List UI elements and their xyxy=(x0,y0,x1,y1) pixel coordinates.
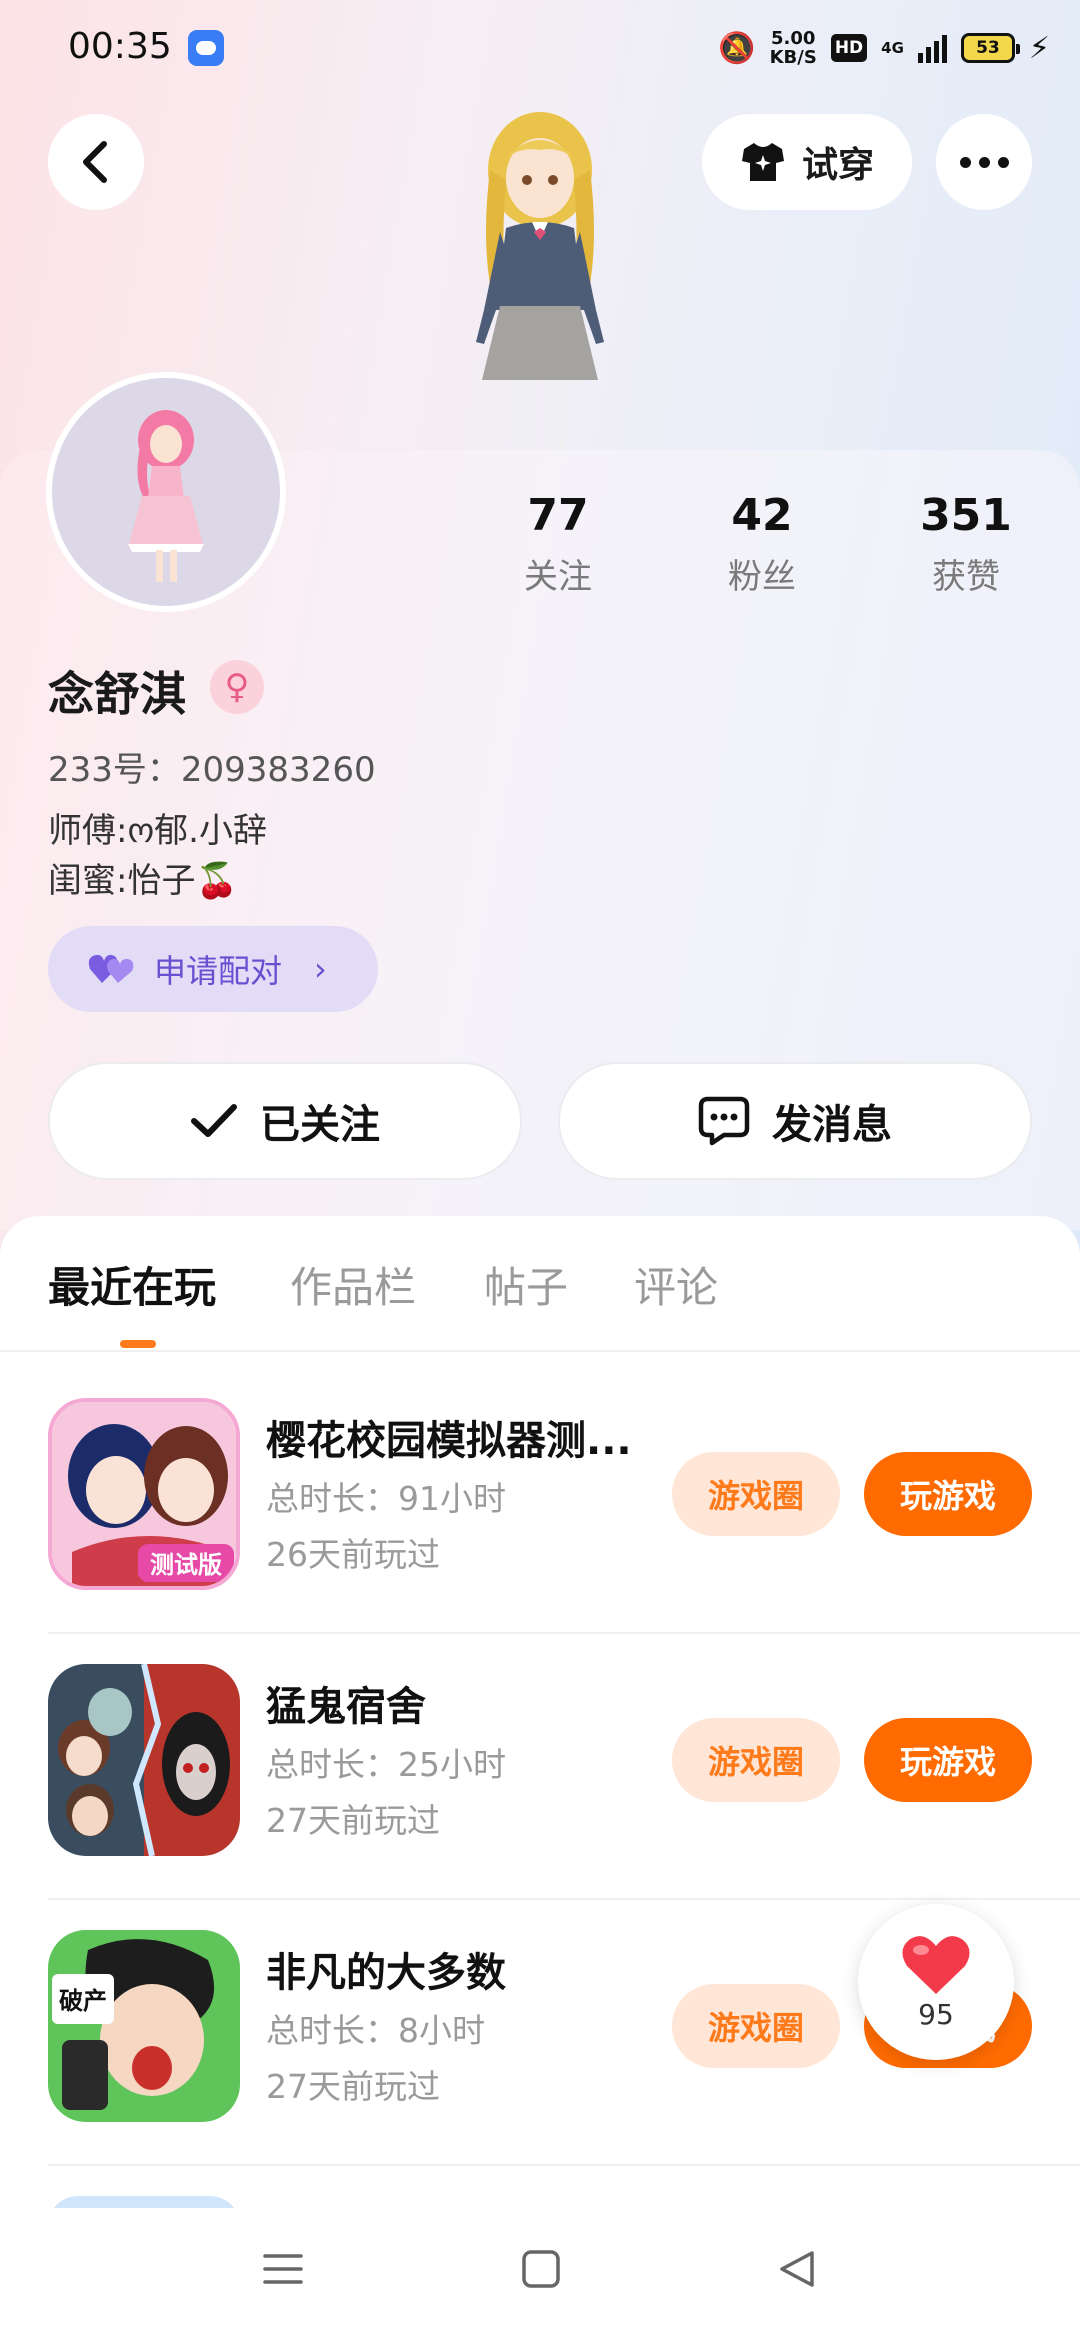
bankrupt-badge: 破产 xyxy=(59,1987,107,2015)
hd-badge: HD xyxy=(830,34,868,62)
following-label: 关注 xyxy=(524,557,592,597)
dot xyxy=(997,156,1009,168)
tab-divider xyxy=(0,1350,1080,1352)
play-game-button[interactable]: 玩游戏 xyxy=(864,1452,1032,1536)
speed-unit: KB/S xyxy=(769,47,817,68)
followed-label: 已关注 xyxy=(260,1102,380,1148)
game-circle-button[interactable]: 游戏圈 xyxy=(672,1718,840,1802)
game-title: 樱花校园模拟器测... xyxy=(266,1418,632,1464)
like-count: 95 xyxy=(918,1997,954,2031)
signal-icon xyxy=(917,33,947,63)
apply-pair-button[interactable]: 申请配对 › xyxy=(48,926,378,1012)
status-time: 00:35 xyxy=(68,26,172,67)
status-bar: 00:35 🔕 5.00 KB/S HD 4G 53 ⚡ xyxy=(0,0,1080,96)
active-tab-indicator xyxy=(120,1340,156,1348)
chat-bubble-icon xyxy=(698,1096,750,1146)
avatar-3d-figure xyxy=(476,112,604,450)
following-stat[interactable]: 77 关注 xyxy=(488,490,628,598)
menu-icon[interactable] xyxy=(262,2248,304,2290)
check-icon xyxy=(191,1104,237,1137)
battery-icon: 53 xyxy=(960,33,1020,63)
game-duration: 总时长：25小时 xyxy=(266,1745,506,1784)
tab-posts[interactable]: 帖子 xyxy=(484,1254,568,1315)
game-last-played: 26天前玩过 xyxy=(266,1535,440,1574)
game-row[interactable]: 猛鬼宿舍 总时长：25小时 27天前玩过 游戏圈 玩游戏 xyxy=(0,1664,1080,1930)
try-on-button[interactable]: 试穿 xyxy=(702,114,912,210)
row-divider xyxy=(48,1898,1080,1900)
followers-label: 粉丝 xyxy=(728,557,796,597)
home-icon[interactable] xyxy=(520,2248,562,2290)
game-icon-sakura-school: 测试版 xyxy=(48,1398,240,1590)
speed-value: 5.00 xyxy=(771,28,816,49)
avatar-figure-icon xyxy=(128,410,204,582)
tab-recently-played[interactable]: 最近在玩 xyxy=(48,1254,216,1315)
charging-icon: ⚡ xyxy=(1028,30,1050,66)
like-float-button[interactable]: 95 xyxy=(858,1904,1014,2060)
apply-pair-label: 申请配对 xyxy=(154,952,283,990)
double-heart-icon xyxy=(88,954,134,983)
game-circle-button[interactable]: 游戏圈 xyxy=(672,1984,840,2068)
game-duration: 总时长：91小时 xyxy=(266,1479,506,1518)
followers-stat[interactable]: 42 粉丝 xyxy=(692,490,832,598)
system-nav-bar xyxy=(0,2208,1080,2340)
game-title: 非凡的大多数 xyxy=(266,1950,506,1996)
game-icon-extraordinary: 破产 xyxy=(48,1930,240,2122)
game-row[interactable]: 测试版 樱花校园模拟器测... 总时长：91小时 26天前玩过 游戏圈 玩游戏 xyxy=(0,1398,1080,1664)
network-type: 4G xyxy=(881,39,904,57)
likes-stat[interactable]: 351 获赞 xyxy=(896,490,1036,598)
following-count: 77 xyxy=(527,490,589,541)
avatar[interactable] xyxy=(46,372,286,612)
chevron-left-icon xyxy=(83,141,107,183)
game-title: 猛鬼宿舍 xyxy=(266,1684,426,1730)
game-last-played: 27天前玩过 xyxy=(266,2067,440,2106)
followers-count: 42 xyxy=(731,490,793,541)
row-divider xyxy=(48,2164,1080,2166)
more-options-button[interactable] xyxy=(936,114,1032,210)
bio-line-bestie: 闺蜜:怡子🍒 xyxy=(48,861,238,901)
play-game-button[interactable]: 玩游戏 xyxy=(864,1718,1032,1802)
mute-icon: 🔕 xyxy=(718,30,756,66)
followed-button[interactable]: 已关注 xyxy=(48,1062,522,1180)
tab-comments[interactable]: 评论 xyxy=(634,1254,718,1315)
back-button[interactable] xyxy=(48,114,144,210)
back-nav-icon[interactable] xyxy=(776,2248,818,2290)
tab-works[interactable]: 作品栏 xyxy=(290,1254,416,1315)
status-indicators: 🔕 5.00 KB/S HD 4G 53 ⚡ xyxy=(718,24,1050,72)
dot xyxy=(959,156,971,168)
game-icon-haunted-dorm xyxy=(48,1664,240,1856)
try-on-label: 试穿 xyxy=(801,145,874,186)
send-message-button[interactable]: 发消息 xyxy=(558,1062,1032,1180)
likes-count: 351 xyxy=(920,490,1012,541)
dot xyxy=(978,156,990,168)
chevron-right-icon: › xyxy=(314,950,327,988)
heart-icon xyxy=(902,1935,970,1994)
send-message-label: 发消息 xyxy=(772,1102,892,1148)
game-circle-button[interactable]: 游戏圈 xyxy=(672,1452,840,1536)
bio: 师傅:ო郁.小辞 闺蜜:怡子🍒 xyxy=(48,806,267,906)
user-id: 233号：209383260 xyxy=(48,750,376,790)
game-last-played: 27天前玩过 xyxy=(266,1801,440,1840)
username: 念舒淇 xyxy=(48,667,186,721)
tshirt-icon xyxy=(741,143,784,181)
female-gender-icon: ♀ xyxy=(210,660,264,714)
row-divider xyxy=(48,1632,1080,1634)
network-speed: 5.00 KB/S xyxy=(770,29,817,67)
test-version-badge: 测试版 xyxy=(150,1551,222,1579)
bio-line-master: 师傅:ო郁.小辞 xyxy=(48,811,267,851)
likes-label: 获赞 xyxy=(932,557,1000,597)
game-duration: 总时长：8小时 xyxy=(266,2011,485,2050)
notification-app-icon xyxy=(188,30,224,66)
